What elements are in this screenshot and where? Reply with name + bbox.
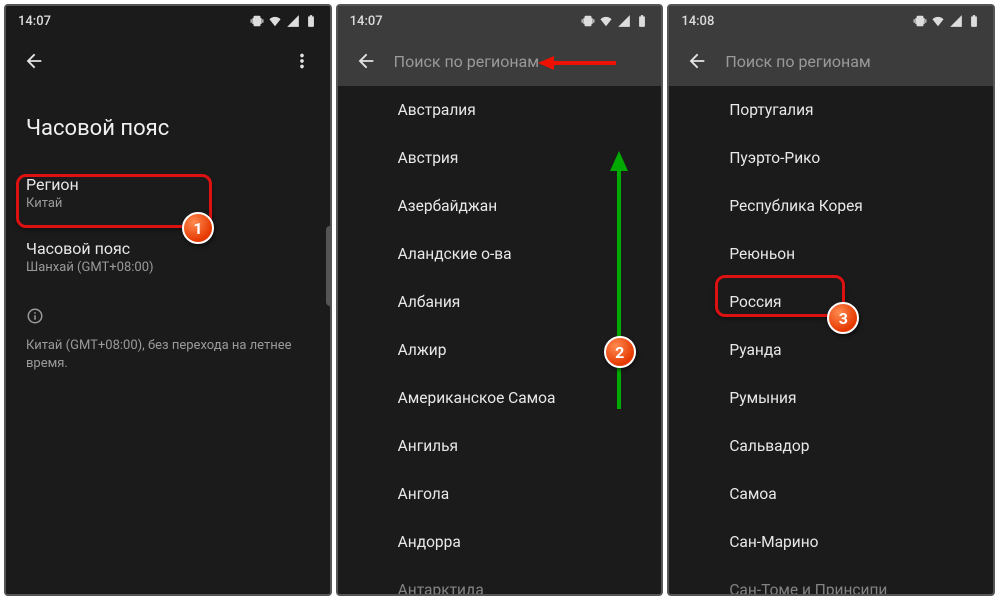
status-bar: 14:07 (338, 6, 662, 36)
screen-edge-indicator (326, 226, 330, 306)
vibrate-icon (581, 14, 595, 28)
vibrate-icon (250, 14, 264, 28)
list-item[interactable]: Аландские о-ва (338, 230, 662, 278)
wifi-icon (931, 14, 945, 28)
wifi-icon (599, 14, 613, 28)
list-item[interactable]: Алжир (338, 326, 662, 374)
status-bar: 14:08 (669, 6, 993, 36)
setting-timezone-label: Часовой пояс (26, 239, 310, 258)
screen-2-region-search-a: 14:07 Поиск по регионам Австралия Австри… (336, 4, 664, 596)
page-title: Часовой пояс (6, 86, 330, 161)
list-item[interactable]: Андорра (338, 518, 662, 566)
status-icons (250, 14, 318, 28)
battery-icon (967, 14, 981, 28)
list-item[interactable]: Реюньон (669, 230, 993, 278)
list-item[interactable]: Антарктида (338, 566, 662, 596)
list-item[interactable]: Сан-Томе и Принсипи (669, 566, 993, 596)
region-list[interactable]: Австралия Австрия Азербайджан Аландские … (338, 86, 662, 596)
list-item[interactable]: Руанда (669, 326, 993, 374)
vibrate-icon (913, 14, 927, 28)
setting-timezone-value: Шанхай (GMT+08:00) (26, 260, 310, 275)
signal-icon (617, 14, 631, 28)
info-icon (26, 307, 44, 325)
list-item[interactable]: Ангилья (338, 422, 662, 470)
list-item[interactable]: Сан-Марино (669, 518, 993, 566)
info-icon-row (6, 289, 330, 333)
setting-region[interactable]: Регион Китай (6, 161, 330, 225)
list-item[interactable]: Албания (338, 278, 662, 326)
screen-1-timezone-settings: 14:07 Часовой пояс Регион Китай Часовой … (4, 4, 332, 596)
list-item[interactable]: Республика Корея (669, 182, 993, 230)
status-time: 14:07 (350, 14, 383, 29)
status-time: 14:08 (681, 14, 714, 29)
list-item-russia[interactable]: Россия (669, 278, 993, 326)
list-item[interactable]: Азербайджан (338, 182, 662, 230)
signal-icon (286, 14, 300, 28)
search-input[interactable]: Поиск по регионам (386, 52, 654, 71)
list-item[interactable]: Австралия (338, 86, 662, 134)
back-button[interactable] (14, 41, 54, 81)
battery-icon (635, 14, 649, 28)
list-item[interactable]: Сальвадор (669, 422, 993, 470)
back-arrow-icon (686, 50, 708, 72)
overflow-menu-button[interactable] (282, 41, 322, 81)
search-appbar: Поиск по регионам (669, 36, 993, 86)
list-item[interactable]: Ангола (338, 470, 662, 518)
region-list[interactable]: Португалия Пуэрто-Рико Республика Корея … (669, 86, 993, 596)
setting-region-value: Китай (26, 196, 310, 211)
setting-region-label: Регион (26, 175, 310, 194)
list-item[interactable]: Австрия (338, 134, 662, 182)
wifi-icon (268, 14, 282, 28)
search-input[interactable]: Поиск по регионам (717, 52, 985, 71)
battery-icon (304, 14, 318, 28)
list-item[interactable]: Португалия (669, 86, 993, 134)
status-bar: 14:07 (6, 6, 330, 36)
back-arrow-icon (355, 50, 377, 72)
appbar (6, 36, 330, 86)
list-item[interactable]: Румыния (669, 374, 993, 422)
search-appbar: Поиск по регионам (338, 36, 662, 86)
status-icons (581, 14, 649, 28)
status-time: 14:07 (18, 14, 51, 29)
setting-timezone[interactable]: Часовой пояс Шанхай (GMT+08:00) (6, 225, 330, 289)
status-icons (913, 14, 981, 28)
back-button[interactable] (346, 41, 386, 81)
signal-icon (949, 14, 963, 28)
info-text: Китай (GMT+08:00), без перехода на летне… (6, 333, 330, 377)
more-vert-icon (291, 50, 313, 72)
list-item[interactable]: Пуэрто-Рико (669, 134, 993, 182)
list-item[interactable]: Самоа (669, 470, 993, 518)
screen-3-region-search-r: 14:08 Поиск по регионам Португалия Пуэрт… (667, 4, 995, 596)
back-arrow-icon (23, 50, 45, 72)
list-item[interactable]: Американское Самоа (338, 374, 662, 422)
back-button[interactable] (677, 41, 717, 81)
